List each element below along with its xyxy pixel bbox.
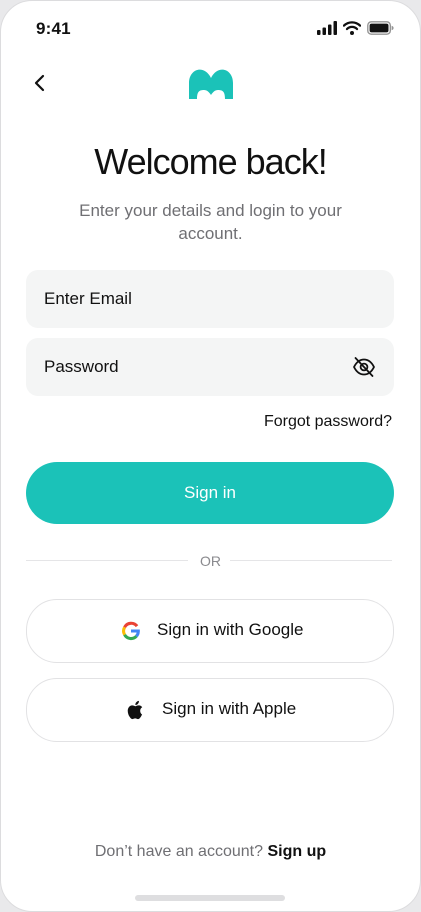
forgot-password-link[interactable]: Forgot password? [264,413,392,431]
google-sign-in-button[interactable]: Sign in with Google [26,599,394,663]
password-input[interactable] [44,338,344,396]
divider-line-right [230,560,392,561]
apple-icon [126,699,146,720]
eye-off-icon[interactable] [352,356,376,378]
sign-in-button[interactable]: Sign in [26,462,394,524]
signup-prompt: Don’t have an account? Sign up [1,843,420,861]
email-field[interactable] [26,270,394,328]
brand-logo [187,65,235,101]
google-icon [121,621,141,641]
home-indicator [135,895,285,901]
signup-prompt-text: Don’t have an account? [94,843,263,860]
apple-sign-in-label: Sign in with Apple [162,699,297,718]
signal-icon [317,21,337,40]
chevron-left-icon[interactable] [27,69,53,97]
password-field[interactable] [26,338,394,396]
page-title: Welcome back! [94,141,327,182]
battery-icon [367,21,394,40]
login-screen: 9:41 Welcome back! Enter your details an… [0,0,421,912]
google-sign-in-label: Sign in with Google [157,620,304,639]
page-subtitle: Enter your details and login to your acc… [79,201,342,243]
apple-sign-in-button[interactable]: Sign in with Apple [26,678,394,742]
wifi-icon [342,21,362,40]
email-input[interactable] [44,270,344,328]
divider-or: OR [200,553,221,569]
sign-up-link[interactable]: Sign up [267,843,326,860]
status-time: 9:41 [36,19,71,38]
